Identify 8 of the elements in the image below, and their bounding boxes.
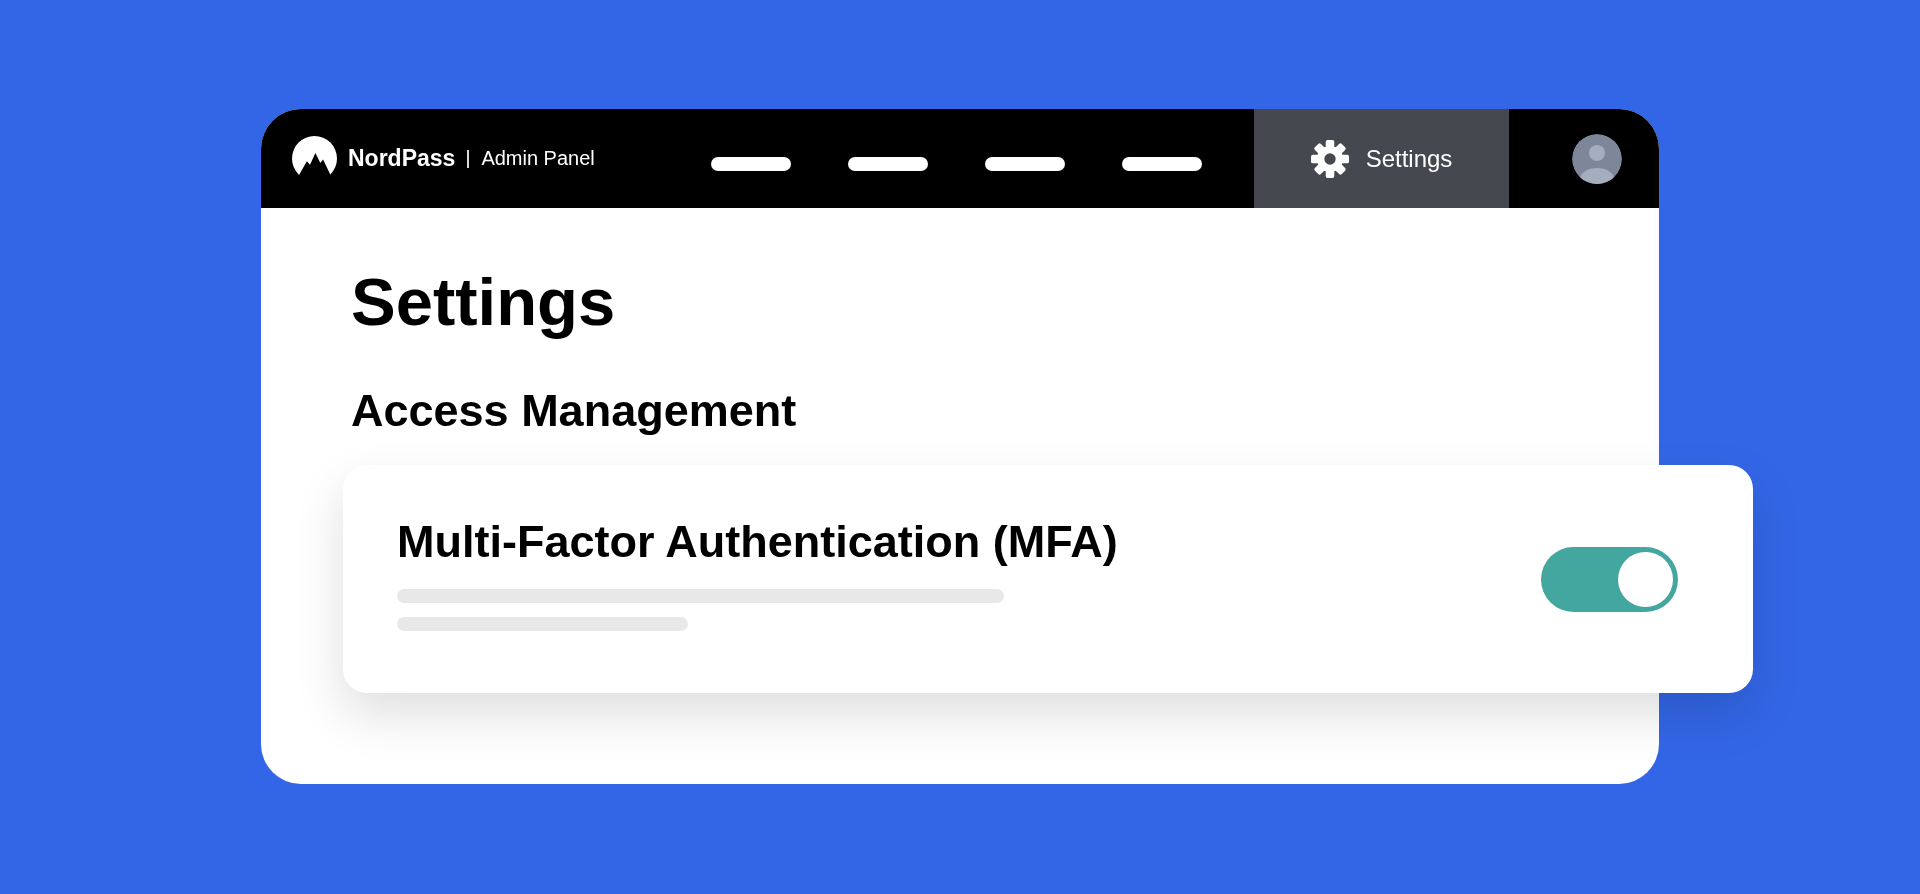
- gear-icon: [1310, 139, 1349, 178]
- section-title: Access Management: [351, 384, 798, 439]
- brand-name: NordPass: [348, 145, 456, 172]
- setting-title: Multi-Factor Authentication (MFA): [397, 515, 1119, 570]
- avatar-icon[interactable]: [1572, 133, 1622, 184]
- product-name: Admin Panel: [481, 147, 595, 170]
- page-title: Settings: [351, 263, 617, 341]
- settings-tab[interactable]: Settings: [1254, 109, 1509, 208]
